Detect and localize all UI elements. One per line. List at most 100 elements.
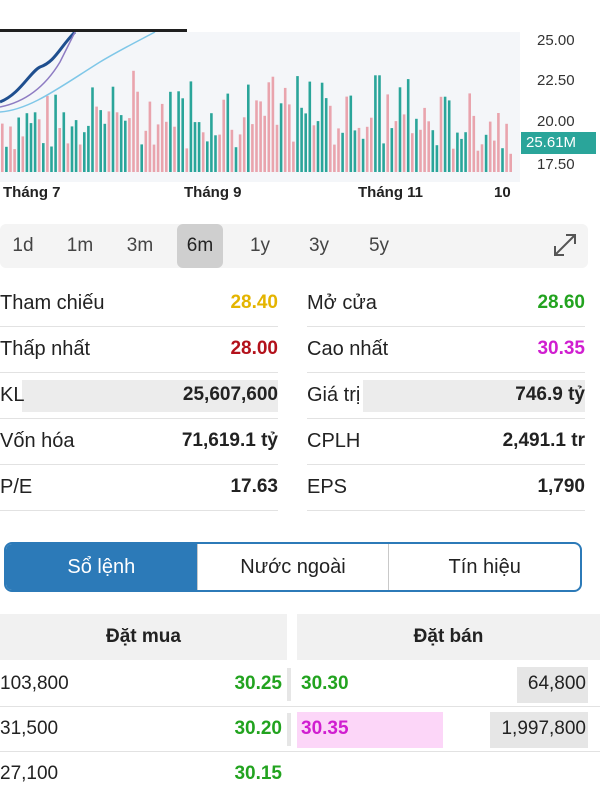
stat-label: Giá trị <box>307 384 361 406</box>
stat-row: Tham chiếu 28.40 Mở cửa 28.60 <box>0 282 600 326</box>
volume-badge: 25.61M <box>521 132 596 154</box>
sell-volume: 64,800 <box>527 673 586 694</box>
volume-bar <box>42 143 45 172</box>
range-6m-button[interactable]: 6m <box>177 224 223 268</box>
y-axis-label: 22.50 <box>537 72 575 89</box>
volume-bar <box>156 124 160 172</box>
volume-bar <box>505 123 508 172</box>
volume-bar <box>316 121 320 172</box>
volume-bar <box>349 95 353 172</box>
volume-bar <box>279 103 283 172</box>
volume-bar <box>13 149 16 172</box>
volume-bar <box>288 104 291 172</box>
tab-order-book[interactable]: Sổ lệnh <box>6 544 198 590</box>
y-axis-label: 17.50 <box>537 156 575 173</box>
divider <box>307 326 585 327</box>
volume-bar <box>58 128 61 172</box>
buy-price: 30.25 <box>234 673 282 694</box>
volume-bar <box>464 132 467 172</box>
stat-row: KL 25,607,600 Giá trị 746.9 tỷ <box>0 374 600 418</box>
expand-icon[interactable] <box>552 232 578 258</box>
volume-bar <box>218 134 221 172</box>
buy-volume: 31,500 <box>0 718 59 739</box>
stat-label: CPLH <box>307 430 361 452</box>
volume-bar <box>111 86 115 172</box>
volume-bar <box>488 121 492 172</box>
volume-bar <box>341 132 344 172</box>
divider <box>307 464 585 465</box>
volume-bar <box>361 138 365 172</box>
stat-value-traded: Giá trị 746.9 tỷ <box>307 376 585 416</box>
volume-bar <box>185 148 189 172</box>
volume-bar <box>423 107 426 172</box>
volume-bar <box>210 113 213 172</box>
volume-bar <box>21 136 25 172</box>
volume-bar <box>238 134 242 172</box>
range-1m-button[interactable]: 1m <box>57 224 103 268</box>
volume-bar <box>398 87 402 172</box>
volume-bar <box>148 101 152 172</box>
volume-bar <box>50 146 53 172</box>
volume-bar <box>431 130 435 172</box>
stat-low: Thấp nhất 28.00 <box>0 330 278 370</box>
volume-bar <box>292 141 295 172</box>
volume-bar <box>83 132 86 172</box>
volume-bar <box>165 121 168 172</box>
buy-volume: 103,800 <box>0 673 69 694</box>
volume-bar <box>497 113 500 172</box>
sell-header: Đặt bán <box>297 614 600 660</box>
volume-bar <box>353 130 357 172</box>
volume-bar <box>267 82 271 172</box>
volume-bar <box>460 138 463 172</box>
volume-bar <box>443 96 447 172</box>
stat-value: 746.9 tỷ <box>515 384 585 405</box>
buy-header: Đặt mua <box>0 614 287 660</box>
volume-bar <box>169 91 172 172</box>
range-1y-button[interactable]: 1y <box>237 224 283 268</box>
volume-bar <box>271 76 275 172</box>
volume-bar <box>493 140 496 172</box>
volume-bar <box>283 87 287 172</box>
sell-volume: 1,997,800 <box>501 718 586 739</box>
volume-bar <box>124 120 127 172</box>
stat-value: 2,491.1 tr <box>502 430 585 451</box>
range-1d-button[interactable]: 1d <box>0 224 46 268</box>
volume-bar <box>394 121 398 172</box>
volume-bar <box>128 118 131 172</box>
volume-bar <box>37 119 41 172</box>
orderbook-separator <box>287 713 291 746</box>
stat-value: 17.63 <box>230 476 278 497</box>
stat-label: Vốn hóa <box>0 430 75 452</box>
volume-bar <box>329 105 332 172</box>
buy-price: 30.20 <box>234 718 282 739</box>
volume-bar <box>402 114 406 172</box>
volume-bar <box>476 150 480 172</box>
volume-bar <box>468 93 471 172</box>
volume-bar <box>312 125 316 172</box>
volume-bar <box>357 127 361 172</box>
divider <box>0 510 278 511</box>
volume-bar <box>33 112 37 172</box>
tab-signals[interactable]: Tín hiệu <box>389 544 580 590</box>
stat-row: P/E 17.63 EPS 1,790 <box>0 466 600 510</box>
range-3y-button[interactable]: 3y <box>296 224 342 268</box>
stat-label: Thấp nhất <box>0 338 91 360</box>
volume-bar <box>419 129 422 172</box>
volume-bar <box>337 128 340 172</box>
price-chart[interactable]: 25.00 22.50 20.00 17.50 25.61M <box>0 32 600 182</box>
stat-pe: P/E 17.63 <box>0 468 278 508</box>
volume-bar <box>390 128 394 172</box>
range-3m-button[interactable]: 3m <box>117 224 163 268</box>
volume-bar <box>308 81 312 172</box>
divider <box>0 418 278 419</box>
orderbook-row: 103,800 30.25 30.30 64,800 <box>0 662 600 707</box>
stat-volume: KL 25,607,600 <box>0 376 278 416</box>
volume-bar <box>78 144 82 172</box>
volume-bar <box>452 148 455 172</box>
volume-bar <box>320 82 324 172</box>
volume-bar <box>74 120 78 172</box>
range-5y-button[interactable]: 5y <box>356 224 402 268</box>
volume-bar <box>91 87 94 172</box>
tab-foreign[interactable]: Nước ngoài <box>198 544 390 590</box>
volume-bar <box>333 144 336 172</box>
